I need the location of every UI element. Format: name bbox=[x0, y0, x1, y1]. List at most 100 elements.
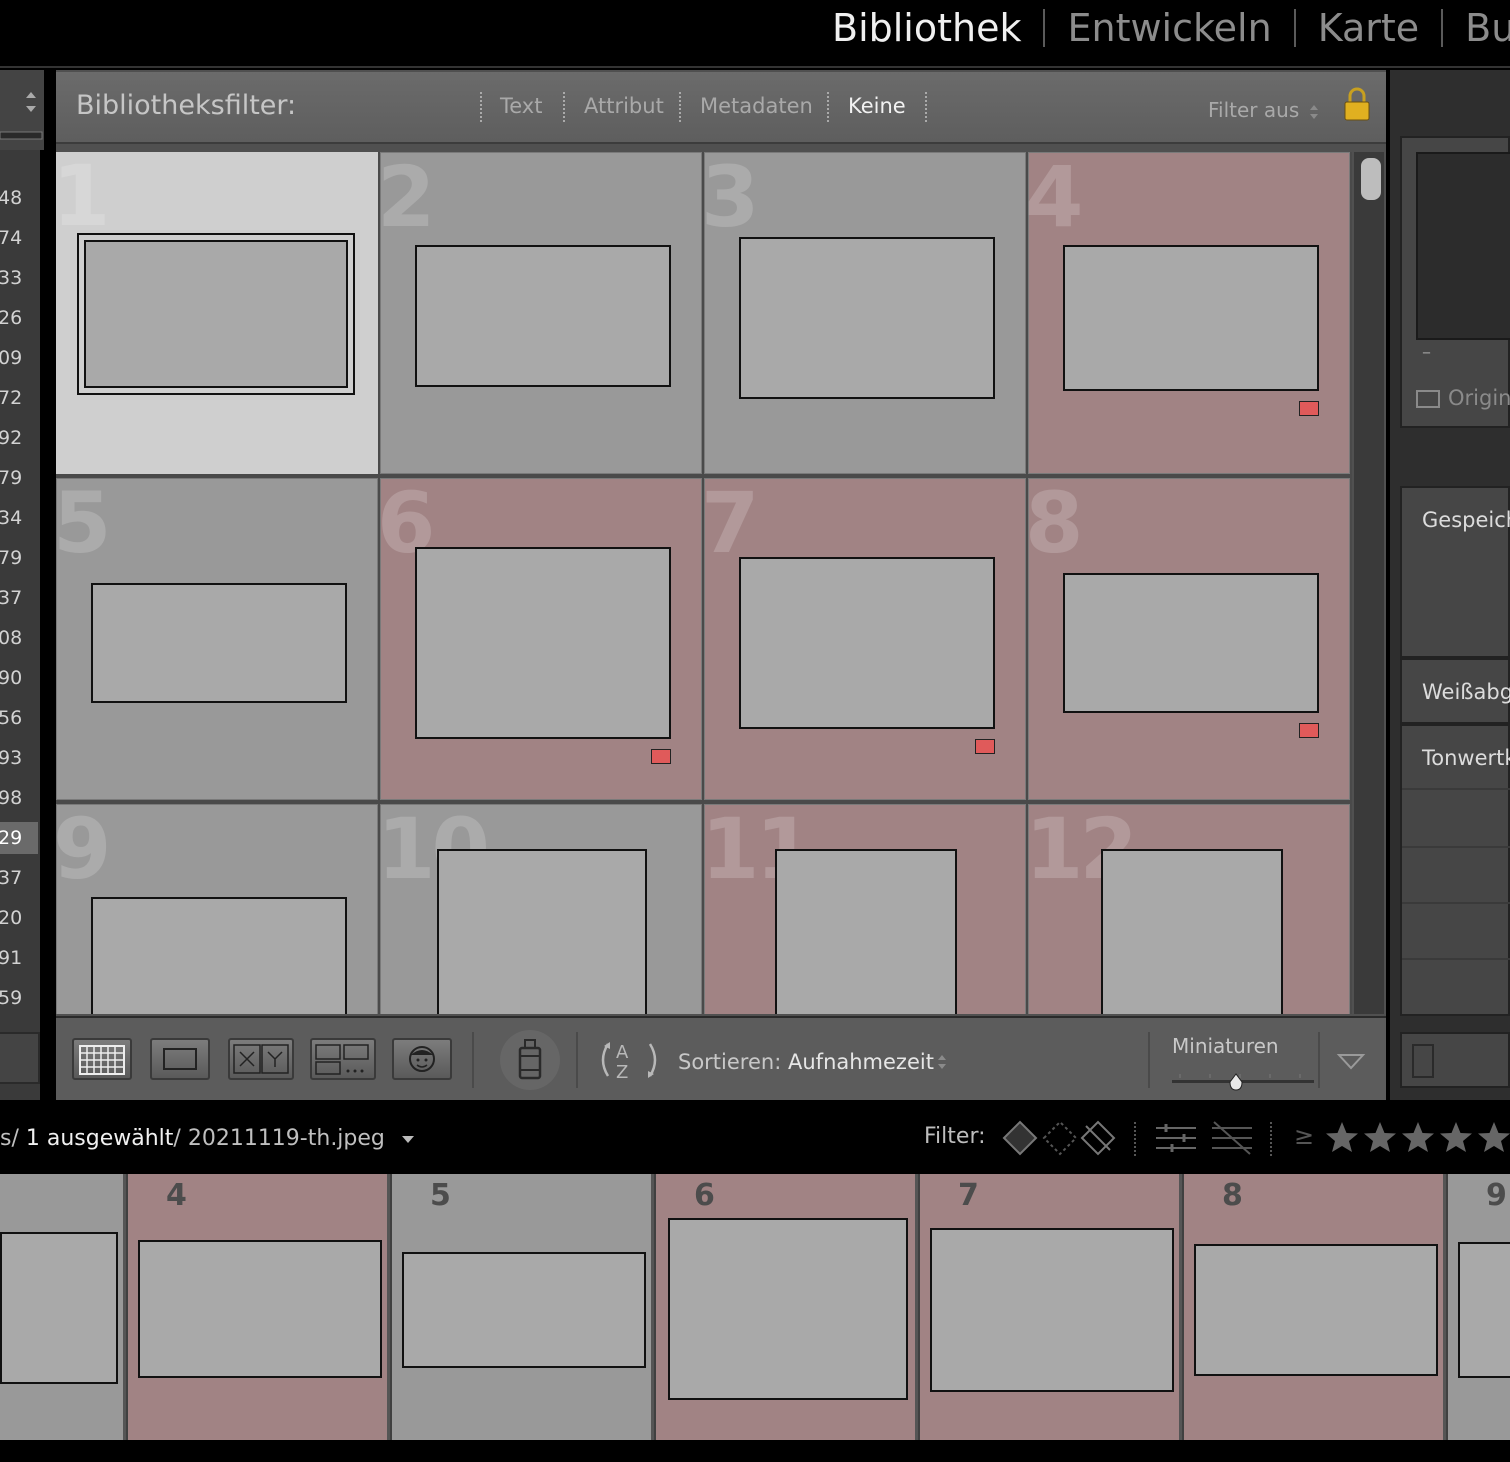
filter-preset-select[interactable]: Filter aus bbox=[1208, 98, 1299, 122]
folder-count-15[interactable]: 98 bbox=[0, 782, 38, 814]
photo-thumbnail[interactable] bbox=[415, 245, 671, 387]
grid-view-button[interactable] bbox=[72, 1038, 132, 1080]
filmstrip-thumbnail[interactable] bbox=[1458, 1242, 1510, 1378]
folder-count-16[interactable]: 29 bbox=[0, 822, 38, 854]
unedited-filter-icon[interactable] bbox=[1212, 1121, 1252, 1155]
photo-thumbnail[interactable] bbox=[775, 849, 957, 1014]
filmstrip-thumbnail[interactable] bbox=[0, 1232, 118, 1384]
grid-cell[interactable]: 2 bbox=[377, 152, 702, 474]
updown-arrows-icon[interactable] bbox=[0, 70, 44, 150]
folder-count-2[interactable]: 33 bbox=[0, 262, 38, 294]
loupe-view-button[interactable] bbox=[150, 1038, 210, 1080]
photo-thumbnail[interactable] bbox=[1101, 849, 1283, 1014]
photo-thumbnail[interactable] bbox=[739, 237, 995, 399]
left-panel-header[interactable] bbox=[0, 70, 44, 150]
filmstrip-cell[interactable]: 4 bbox=[128, 1174, 390, 1440]
pick-flag-filter-icon[interactable] bbox=[1002, 1120, 1038, 1156]
photo-thumbnail[interactable] bbox=[437, 849, 647, 1014]
folder-count-1[interactable]: 74 bbox=[0, 222, 38, 254]
folder-count-0[interactable]: 48 bbox=[0, 182, 38, 214]
filmstrip-cell[interactable]: 9 bbox=[1448, 1174, 1510, 1440]
survey-view-button[interactable] bbox=[310, 1038, 376, 1080]
grid-scrollbar[interactable] bbox=[1354, 152, 1384, 1014]
folder-count-20[interactable]: 59 bbox=[0, 982, 38, 1014]
select-arrows-icon[interactable] bbox=[936, 1052, 948, 1072]
module-book[interactable]: Buc bbox=[1465, 6, 1510, 50]
sort-select[interactable]: Aufnahmezeit bbox=[788, 1050, 934, 1074]
painter-button[interactable] bbox=[500, 1030, 560, 1090]
tone-label[interactable]: Tonwertk bbox=[1422, 746, 1510, 770]
thumbnail-size-slider[interactable] bbox=[1170, 1070, 1318, 1094]
grid-cell[interactable]: 9 bbox=[56, 804, 378, 1014]
filmstrip-thumbnail[interactable] bbox=[668, 1218, 908, 1400]
compare-view-button[interactable] bbox=[228, 1038, 294, 1080]
folder-count-10[interactable]: 37 bbox=[0, 582, 38, 614]
original-checkbox[interactable] bbox=[1416, 390, 1440, 408]
filmstrip-cell[interactable]: 6 bbox=[656, 1174, 918, 1440]
scrollbar-thumb[interactable] bbox=[1361, 158, 1381, 200]
grid-cell[interactable]: 1 bbox=[56, 152, 378, 474]
filmstrip-cell[interactable]: 5 bbox=[392, 1174, 654, 1440]
folder-count-13[interactable]: 56 bbox=[0, 702, 38, 734]
filmstrip-cell[interactable]: 8 bbox=[1184, 1174, 1446, 1440]
grid-cell[interactable]: 3 bbox=[701, 152, 1026, 474]
grid-cell[interactable]: 10 bbox=[377, 804, 702, 1014]
toolbar-menu-triangle-icon[interactable] bbox=[1336, 1052, 1366, 1072]
filter-tab-attribute[interactable]: Attribut bbox=[584, 94, 664, 118]
module-map[interactable]: Karte bbox=[1318, 6, 1419, 50]
folder-count-6[interactable]: 92 bbox=[0, 422, 38, 454]
photo-thumbnail[interactable] bbox=[91, 583, 347, 703]
grid-cell[interactable]: 4 bbox=[1025, 152, 1350, 474]
filmstrip-thumbnail[interactable] bbox=[138, 1240, 382, 1378]
photo-thumbnail[interactable] bbox=[739, 557, 995, 729]
left-panel-footer[interactable] bbox=[0, 1032, 40, 1084]
lock-icon[interactable] bbox=[1342, 86, 1372, 124]
grid-cell[interactable]: 7 bbox=[701, 478, 1026, 800]
photo-thumbnail[interactable] bbox=[1063, 573, 1319, 713]
white-balance-label[interactable]: Weißabg bbox=[1422, 680, 1510, 704]
grid-cell[interactable]: 12 bbox=[1025, 804, 1350, 1014]
folder-count-4[interactable]: 09 bbox=[0, 342, 38, 374]
photo-thumbnail[interactable] bbox=[1063, 245, 1319, 391]
module-develop[interactable]: Entwickeln bbox=[1067, 6, 1271, 50]
grid-cell[interactable]: 11 bbox=[701, 804, 1026, 1014]
unflagged-filter-icon[interactable] bbox=[1042, 1120, 1078, 1156]
folder-count-8[interactable]: 34 bbox=[0, 502, 38, 534]
filmstrip-thumbnail[interactable] bbox=[1194, 1244, 1438, 1376]
filmstrip-cell[interactable] bbox=[0, 1174, 126, 1440]
filmstrip-thumbnail[interactable] bbox=[402, 1252, 646, 1368]
select-arrows-icon[interactable] bbox=[1308, 102, 1320, 122]
folder-count-18[interactable]: 20 bbox=[0, 902, 38, 934]
color-label-red-icon[interactable] bbox=[1299, 723, 1319, 738]
folder-count-7[interactable]: 79 bbox=[0, 462, 38, 494]
grid-cell[interactable]: 5 bbox=[56, 478, 378, 800]
sync-switch[interactable] bbox=[1412, 1044, 1434, 1078]
grid-cell[interactable]: 6 bbox=[377, 478, 702, 800]
color-label-red-icon[interactable] bbox=[1299, 401, 1319, 416]
filter-tab-none[interactable]: Keine bbox=[848, 94, 906, 118]
rating-filter[interactable] bbox=[1322, 1118, 1510, 1158]
folder-count-12[interactable]: 90 bbox=[0, 662, 38, 694]
color-label-red-icon[interactable] bbox=[975, 739, 995, 754]
folder-count-5[interactable]: 72 bbox=[0, 382, 38, 414]
filter-tab-text[interactable]: Text bbox=[500, 94, 542, 118]
filter-tab-metadata[interactable]: Metadaten bbox=[700, 94, 813, 118]
photo-thumbnail[interactable] bbox=[91, 897, 347, 1014]
caret-down-icon[interactable] bbox=[400, 1133, 416, 1145]
filmstrip-cell[interactable]: 7 bbox=[920, 1174, 1182, 1440]
edited-filter-icon[interactable] bbox=[1156, 1124, 1196, 1152]
color-label-red-icon[interactable] bbox=[651, 749, 671, 764]
folder-count-11[interactable]: 08 bbox=[0, 622, 38, 654]
folder-count-3[interactable]: 26 bbox=[0, 302, 38, 334]
filmstrip-thumbnail[interactable] bbox=[930, 1228, 1174, 1392]
saved-preset-label[interactable]: Gespeich bbox=[1422, 508, 1510, 532]
folder-count-9[interactable]: 79 bbox=[0, 542, 38, 574]
folder-count-14[interactable]: 93 bbox=[0, 742, 38, 774]
module-library[interactable]: Bibliothek bbox=[832, 6, 1021, 50]
photo-thumbnail[interactable] bbox=[415, 547, 671, 739]
photo-thumbnail[interactable] bbox=[84, 240, 348, 388]
folder-count-17[interactable]: 37 bbox=[0, 862, 38, 894]
rating-operator[interactable]: ≥ bbox=[1294, 1122, 1314, 1150]
folder-count-19[interactable]: 91 bbox=[0, 942, 38, 974]
grid-cell[interactable]: 8 bbox=[1025, 478, 1350, 800]
